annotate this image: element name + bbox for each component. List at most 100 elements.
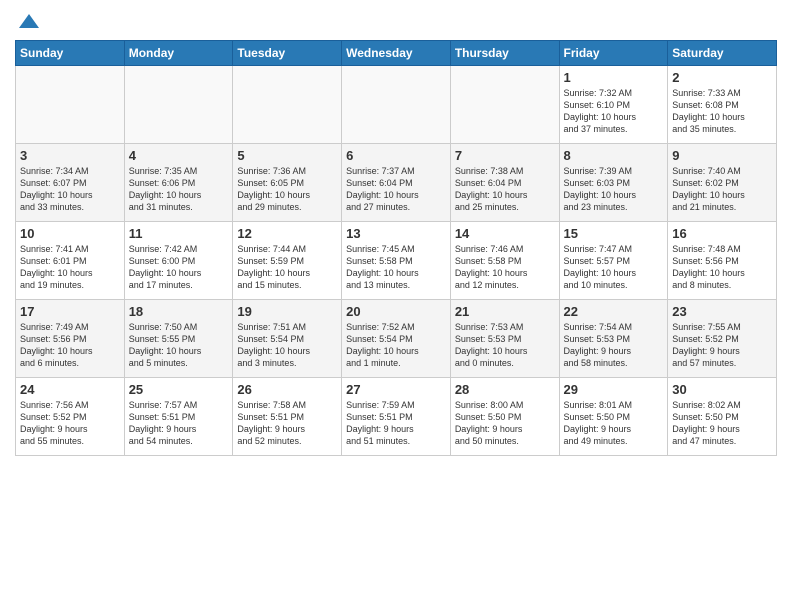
day-info: Sunrise: 7:46 AM Sunset: 5:58 PM Dayligh…: [455, 243, 555, 292]
day-number: 29: [564, 382, 664, 397]
calendar-cell: 30Sunrise: 8:02 AM Sunset: 5:50 PM Dayli…: [668, 378, 777, 456]
calendar-cell: 9 Sunrise: 7:40 AM Sunset: 6:02 PM Daylig…: [668, 144, 777, 222]
week-row-3: 10 Sunrise: 7:41 AM Sunset: 6:01 PM Dayli…: [16, 222, 777, 300]
day-info: Sunrise: 7:59 AM Sunset: 5:51 PM Dayligh…: [346, 399, 446, 448]
day-info: Sunrise: 7:32 AM Sunset: 6:10 PM Dayligh…: [564, 87, 664, 136]
weekday-header-saturday: Saturday: [668, 41, 777, 66]
day-number: 8: [564, 148, 664, 163]
calendar-cell: 6Sunrise: 7:37 AM Sunset: 6:04 PM Daylig…: [342, 144, 451, 222]
day-number: 16: [672, 226, 772, 241]
calendar-cell: [124, 66, 233, 144]
calendar-cell: 8 Sunrise: 7:39 AM Sunset: 6:03 PM Daylig…: [559, 144, 668, 222]
day-number: 13: [346, 226, 446, 241]
day-info: Sunrise: 8:00 AM Sunset: 5:50 PM Dayligh…: [455, 399, 555, 448]
calendar-cell: 16 Sunrise: 7:48 AM Sunset: 5:56 PM Dayli…: [668, 222, 777, 300]
day-info: Sunrise: 7:49 AM Sunset: 5:56 PM Dayligh…: [20, 321, 120, 370]
day-info: Sunrise: 7:37 AM Sunset: 6:04 PM Dayligh…: [346, 165, 446, 214]
day-info: Sunrise: 7:50 AM Sunset: 5:55 PM Dayligh…: [129, 321, 229, 370]
calendar-cell: 23 Sunrise: 7:55 AM Sunset: 5:52 PM Dayli…: [668, 300, 777, 378]
day-info: Sunrise: 7:44 AM Sunset: 5:59 PM Dayligh…: [237, 243, 337, 292]
day-info: Sunrise: 8:01 AM Sunset: 5:50 PM Dayligh…: [564, 399, 664, 448]
calendar-cell: 3 Sunrise: 7:34 AM Sunset: 6:07 PM Daylig…: [16, 144, 125, 222]
day-info: Sunrise: 7:56 AM Sunset: 5:52 PM Dayligh…: [20, 399, 120, 448]
day-number: 3: [20, 148, 120, 163]
calendar-cell: 7 Sunrise: 7:38 AM Sunset: 6:04 PM Daylig…: [450, 144, 559, 222]
day-info: Sunrise: 7:48 AM Sunset: 5:56 PM Dayligh…: [672, 243, 772, 292]
calendar-cell: 25Sunrise: 7:57 AM Sunset: 5:51 PM Dayli…: [124, 378, 233, 456]
day-number: 26: [237, 382, 337, 397]
calendar-cell: 10 Sunrise: 7:41 AM Sunset: 6:01 PM Dayli…: [16, 222, 125, 300]
day-number: 25: [129, 382, 229, 397]
day-info: Sunrise: 7:39 AM Sunset: 6:03 PM Dayligh…: [564, 165, 664, 214]
day-number: 4: [129, 148, 229, 163]
week-row-1: 1Sunrise: 7:32 AM Sunset: 6:10 PM Daylig…: [16, 66, 777, 144]
weekday-header-sunday: Sunday: [16, 41, 125, 66]
calendar-cell: 5 Sunrise: 7:36 AM Sunset: 6:05 PM Daylig…: [233, 144, 342, 222]
calendar-cell: 26 Sunrise: 7:58 AM Sunset: 5:51 PM Dayli…: [233, 378, 342, 456]
calendar-cell: 14 Sunrise: 7:46 AM Sunset: 5:58 PM Dayli…: [450, 222, 559, 300]
calendar-cell: 13 Sunrise: 7:45 AM Sunset: 5:58 PM Dayli…: [342, 222, 451, 300]
day-number: 5: [237, 148, 337, 163]
calendar-cell: [16, 66, 125, 144]
day-number: 20: [346, 304, 446, 319]
weekday-header-friday: Friday: [559, 41, 668, 66]
day-number: 14: [455, 226, 555, 241]
calendar-cell: 28Sunrise: 8:00 AM Sunset: 5:50 PM Dayli…: [450, 378, 559, 456]
day-info: Sunrise: 7:47 AM Sunset: 5:57 PM Dayligh…: [564, 243, 664, 292]
calendar-cell: 29 Sunrise: 8:01 AM Sunset: 5:50 PM Dayli…: [559, 378, 668, 456]
calendar-cell: [233, 66, 342, 144]
day-info: Sunrise: 7:35 AM Sunset: 6:06 PM Dayligh…: [129, 165, 229, 214]
day-number: 17: [20, 304, 120, 319]
logo-icon: [17, 10, 39, 32]
calendar-cell: 22Sunrise: 7:54 AM Sunset: 5:53 PM Dayli…: [559, 300, 668, 378]
calendar-page: SundayMondayTuesdayWednesdayThursdayFrid…: [0, 0, 792, 612]
day-info: Sunrise: 7:40 AM Sunset: 6:02 PM Dayligh…: [672, 165, 772, 214]
day-number: 24: [20, 382, 120, 397]
calendar-cell: [450, 66, 559, 144]
calendar-cell: 24 Sunrise: 7:56 AM Sunset: 5:52 PM Dayli…: [16, 378, 125, 456]
calendar-cell: 17 Sunrise: 7:49 AM Sunset: 5:56 PM Dayli…: [16, 300, 125, 378]
day-info: Sunrise: 7:33 AM Sunset: 6:08 PM Dayligh…: [672, 87, 772, 136]
day-number: 10: [20, 226, 120, 241]
day-number: 19: [237, 304, 337, 319]
weekday-header-wednesday: Wednesday: [342, 41, 451, 66]
day-info: Sunrise: 7:34 AM Sunset: 6:07 PM Dayligh…: [20, 165, 120, 214]
calendar-cell: 20 Sunrise: 7:52 AM Sunset: 5:54 PM Dayli…: [342, 300, 451, 378]
day-info: Sunrise: 8:02 AM Sunset: 5:50 PM Dayligh…: [672, 399, 772, 448]
week-row-5: 24 Sunrise: 7:56 AM Sunset: 5:52 PM Dayli…: [16, 378, 777, 456]
weekday-header-monday: Monday: [124, 41, 233, 66]
calendar-cell: 2 Sunrise: 7:33 AM Sunset: 6:08 PM Daylig…: [668, 66, 777, 144]
day-number: 12: [237, 226, 337, 241]
day-number: 23: [672, 304, 772, 319]
day-info: Sunrise: 7:36 AM Sunset: 6:05 PM Dayligh…: [237, 165, 337, 214]
day-info: Sunrise: 7:51 AM Sunset: 5:54 PM Dayligh…: [237, 321, 337, 370]
day-number: 27: [346, 382, 446, 397]
calendar-cell: 18Sunrise: 7:50 AM Sunset: 5:55 PM Dayli…: [124, 300, 233, 378]
calendar-table: SundayMondayTuesdayWednesdayThursdayFrid…: [15, 40, 777, 456]
header: [15, 10, 777, 32]
day-info: Sunrise: 7:41 AM Sunset: 6:01 PM Dayligh…: [20, 243, 120, 292]
day-info: Sunrise: 7:42 AM Sunset: 6:00 PM Dayligh…: [129, 243, 229, 292]
calendar-cell: 21Sunrise: 7:53 AM Sunset: 5:53 PM Dayli…: [450, 300, 559, 378]
weekday-header-row: SundayMondayTuesdayWednesdayThursdayFrid…: [16, 41, 777, 66]
week-row-2: 3 Sunrise: 7:34 AM Sunset: 6:07 PM Daylig…: [16, 144, 777, 222]
logo: [15, 10, 39, 32]
day-number: 2: [672, 70, 772, 85]
day-number: 15: [564, 226, 664, 241]
weekday-header-tuesday: Tuesday: [233, 41, 342, 66]
day-number: 7: [455, 148, 555, 163]
day-number: 11: [129, 226, 229, 241]
day-info: Sunrise: 7:38 AM Sunset: 6:04 PM Dayligh…: [455, 165, 555, 214]
day-info: Sunrise: 7:52 AM Sunset: 5:54 PM Dayligh…: [346, 321, 446, 370]
calendar-cell: 4 Sunrise: 7:35 AM Sunset: 6:06 PM Daylig…: [124, 144, 233, 222]
day-info: Sunrise: 7:58 AM Sunset: 5:51 PM Dayligh…: [237, 399, 337, 448]
day-info: Sunrise: 7:45 AM Sunset: 5:58 PM Dayligh…: [346, 243, 446, 292]
day-number: 9: [672, 148, 772, 163]
day-info: Sunrise: 7:54 AM Sunset: 5:53 PM Dayligh…: [564, 321, 664, 370]
calendar-cell: 15 Sunrise: 7:47 AM Sunset: 5:57 PM Dayli…: [559, 222, 668, 300]
calendar-cell: 19 Sunrise: 7:51 AM Sunset: 5:54 PM Dayli…: [233, 300, 342, 378]
calendar-cell: [342, 66, 451, 144]
day-info: Sunrise: 7:55 AM Sunset: 5:52 PM Dayligh…: [672, 321, 772, 370]
weekday-header-thursday: Thursday: [450, 41, 559, 66]
day-info: Sunrise: 7:53 AM Sunset: 5:53 PM Dayligh…: [455, 321, 555, 370]
